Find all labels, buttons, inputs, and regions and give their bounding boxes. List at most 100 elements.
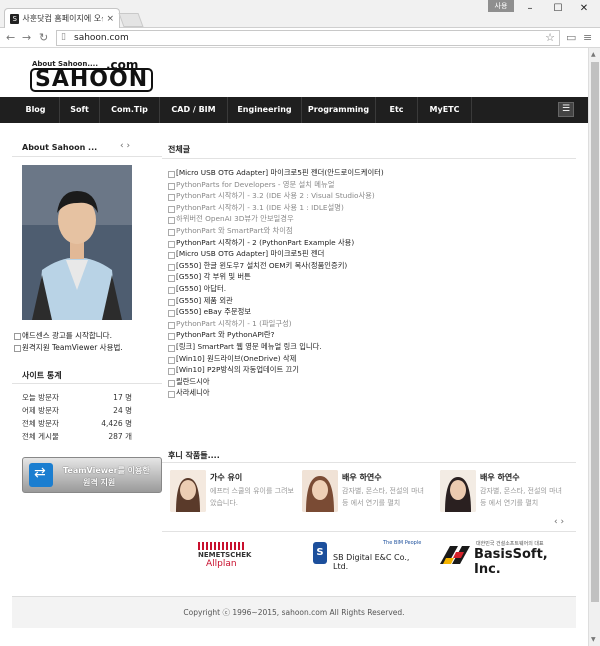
work-card[interactable]: 배우 하연수 감자별, 몬스타, 전설의 마녀 등 에서 연기를 펼치	[440, 468, 570, 518]
stat-label: 전체 게시물	[22, 432, 59, 441]
stat-value: 287 개	[108, 432, 132, 441]
post-item[interactable]: [G550] 한글 윈도우7 설치전 OEM키 복사(정품인증키)	[168, 261, 568, 273]
scroll-up-icon[interactable]: ▲	[591, 51, 596, 58]
page-scrollbar[interactable]: ▲ ▼	[588, 48, 600, 646]
stat-label: 어제 방문자	[22, 406, 59, 415]
works-slider-arrows[interactable]: ‹ ›	[554, 517, 564, 527]
post-item[interactable]: 릴란드시아	[168, 377, 568, 389]
divider	[12, 383, 162, 384]
menu-item-soft[interactable]: Soft	[60, 97, 100, 123]
stat-row: 전체 게시물 287 개	[22, 431, 132, 444]
post-item[interactable]: PythonPart 와 PythonAPI란?	[168, 330, 568, 342]
work-title: 배우 하연수	[342, 473, 382, 482]
back-icon[interactable]: ←	[6, 31, 15, 44]
work-thumbnail	[170, 470, 206, 512]
close-tab-icon[interactable]: ×	[106, 14, 114, 24]
favicon-icon: S	[10, 13, 20, 24]
slider-arrows[interactable]: ‹ ›	[120, 141, 130, 151]
logo-text: SAHOON	[30, 68, 154, 92]
post-item[interactable]: PythonPart 시작하기 - 3.1 (IDE 사용 1 : IDLE설명…	[168, 203, 568, 215]
menu-item-cad-bim[interactable]: CAD / BIM	[160, 97, 228, 123]
post-item[interactable]: PythonPart 시작하기 - 2 (PythonPart Example …	[168, 238, 568, 250]
browser-toolbar: ← → ↻ ▯ sahoon.com ☆ ▭ ≡	[0, 28, 600, 48]
minimize-icon[interactable]: –	[520, 2, 540, 16]
partner-logo-basissoft[interactable]: 대한민국 건설소프트웨어의 대표 BasisSoft, Inc.	[440, 538, 568, 577]
url-text[interactable]: sahoon.com	[74, 33, 129, 43]
stats-title: 사이트 통계	[22, 371, 62, 380]
browser-tab[interactable]: S 사훈닷컴 홈페이지에 오신 ×	[4, 8, 120, 28]
forward-icon[interactable]: →	[22, 31, 31, 44]
post-item[interactable]: PythonParts for Developers - 영문 설치 메뉴얼	[168, 180, 568, 192]
profile-photo	[22, 165, 132, 320]
partner-name: Allplan	[206, 559, 237, 569]
menu-item-engineering[interactable]: Engineering	[228, 97, 302, 123]
post-item[interactable]: PythonPart 시작하기 - 3.2 (IDE 사용 2 : Visual…	[168, 191, 568, 203]
sidebar-link-teamviewer[interactable]: 원격지원 TeamViewer 사용법.	[14, 342, 123, 354]
work-card[interactable]: 가수 유이 에프터 스쿨의 유이를 그려보았습니다.	[170, 468, 300, 518]
partner-name: SB Digital E&C Co., Ltd.	[333, 553, 410, 571]
post-list: [Micro USB OTG Adapter] 마이크로5핀 젠더(안드로이드케…	[168, 168, 568, 400]
scroll-down-icon[interactable]: ▼	[591, 636, 596, 643]
tab-title: 사훈닷컴 홈페이지에 오신	[22, 14, 104, 23]
cast-icon[interactable]: ▭	[566, 31, 576, 44]
scroll-thumb[interactable]	[591, 62, 599, 602]
post-item[interactable]: [G550] 각 부위 및 버튼	[168, 272, 568, 284]
post-item[interactable]: 사라세니아	[168, 388, 568, 400]
menu-item-comtip[interactable]: Com.Tip	[100, 97, 160, 123]
close-window-icon[interactable]: ✕	[574, 2, 594, 16]
maximize-icon[interactable]: ☐	[548, 2, 568, 16]
stat-row: 어제 방문자 24 명	[22, 405, 132, 418]
works-title: 후니 작품들....	[168, 451, 220, 460]
stat-value: 4,426 명	[101, 419, 132, 428]
stat-value: 17 명	[113, 393, 132, 402]
work-desc: 감자별, 몬스타, 전설의 마녀 등 에서 연기를 펼치	[480, 487, 562, 507]
partner-logo-sbdigital[interactable]: S The BIM People SB Digital E&C Co., Ltd…	[303, 538, 423, 571]
post-item[interactable]: [링크] SmartPart 웹 영문 메뉴얼 링크 입니다.	[168, 342, 568, 354]
stat-label: 오늘 방문자	[22, 393, 59, 402]
menu-item-blog[interactable]: Blog	[12, 97, 60, 123]
work-thumbnail	[302, 470, 338, 512]
address-bar[interactable]: ▯ sahoon.com ☆	[56, 30, 560, 46]
site-stats: 오늘 방문자 17 명 어제 방문자 24 명 전체 방문자 4,426 명 전체 게…	[22, 392, 132, 444]
post-item[interactable]: [Win10] P2P방식의 자동업데이트 끄기	[168, 365, 568, 377]
site-logo[interactable]: About Sahoon.... .com SAHOON	[28, 58, 154, 92]
profile-badge[interactable]: 사용	[488, 0, 514, 12]
post-item[interactable]: [Micro USB OTG Adapter] 마이크로5핀 젠더	[168, 249, 568, 261]
all-posts-title: 전체글	[168, 145, 191, 154]
work-desc: 감자별, 몬스타, 전설의 마녀 등 에서 연기를 펼치	[342, 487, 424, 507]
partner-name: BasisSoft, Inc.	[474, 547, 548, 577]
stat-row: 오늘 방문자 17 명	[22, 392, 132, 405]
partner-logo-allplan[interactable]: NEMETSCHEK Allplan	[196, 538, 270, 570]
divider	[162, 158, 576, 159]
work-card[interactable]: 배우 하연수 감자별, 몬스타, 전설의 마녀 등 에서 연기를 펼치	[302, 468, 432, 518]
stat-label: 전체 방문자	[22, 419, 59, 428]
main-menu: Blog Soft Com.Tip CAD / BIM Engineering …	[0, 97, 588, 123]
teamviewer-sublabel: 원격 지원	[83, 478, 116, 487]
menu-icon[interactable]: ≡	[583, 31, 592, 44]
post-item[interactable]: PythonPart 와 SmartPart와 차이점	[168, 226, 568, 238]
menu-item-programming[interactable]: Programming	[302, 97, 376, 123]
partner-name: NEMETSCHEK	[198, 551, 252, 559]
sb-logo-icon: S	[313, 542, 327, 564]
post-item[interactable]: 하위버전 OpenAI 3D뷰가 안보일경우	[168, 214, 568, 226]
post-item[interactable]: [G550] 제품 외관	[168, 296, 568, 308]
bookmark-star-icon[interactable]: ☆	[545, 31, 555, 44]
post-item[interactable]: [Win10] 원드라이브(OneDrive) 삭제	[168, 354, 568, 366]
post-item[interactable]: [Micro USB OTG Adapter] 마이크로5핀 젠더(안드로이드케…	[168, 168, 568, 180]
partner-tagline: The BIM People	[383, 540, 422, 546]
menu-toggle-icon[interactable]: ☰	[558, 102, 574, 117]
post-item[interactable]: [G550] eBay 주문정보	[168, 307, 568, 319]
browser-titlebar: S 사훈닷컴 홈페이지에 오신 × 사용 – ☐ ✕	[0, 0, 600, 28]
new-tab-button[interactable]	[118, 13, 144, 27]
reload-icon[interactable]: ↻	[39, 31, 48, 44]
divider	[162, 462, 576, 463]
teamviewer-button[interactable]: TeamViewer를 이용한 원격 지원	[22, 457, 162, 493]
stat-value: 24 명	[113, 406, 132, 415]
work-desc: 에프터 스쿨의 유이를 그려보았습니다.	[210, 487, 294, 507]
sidebar-link-adsense[interactable]: 애드센스 광고를 시작합니다.	[14, 330, 123, 342]
teamviewer-label: TeamViewer를 이용한	[63, 466, 150, 475]
menu-item-etc[interactable]: Etc	[376, 97, 418, 123]
menu-item-myetc[interactable]: MyETC	[418, 97, 472, 123]
post-item[interactable]: [G550] 아답터.	[168, 284, 568, 296]
post-item[interactable]: PythonPart 시작하기 - 1 (파일구성)	[168, 319, 568, 331]
